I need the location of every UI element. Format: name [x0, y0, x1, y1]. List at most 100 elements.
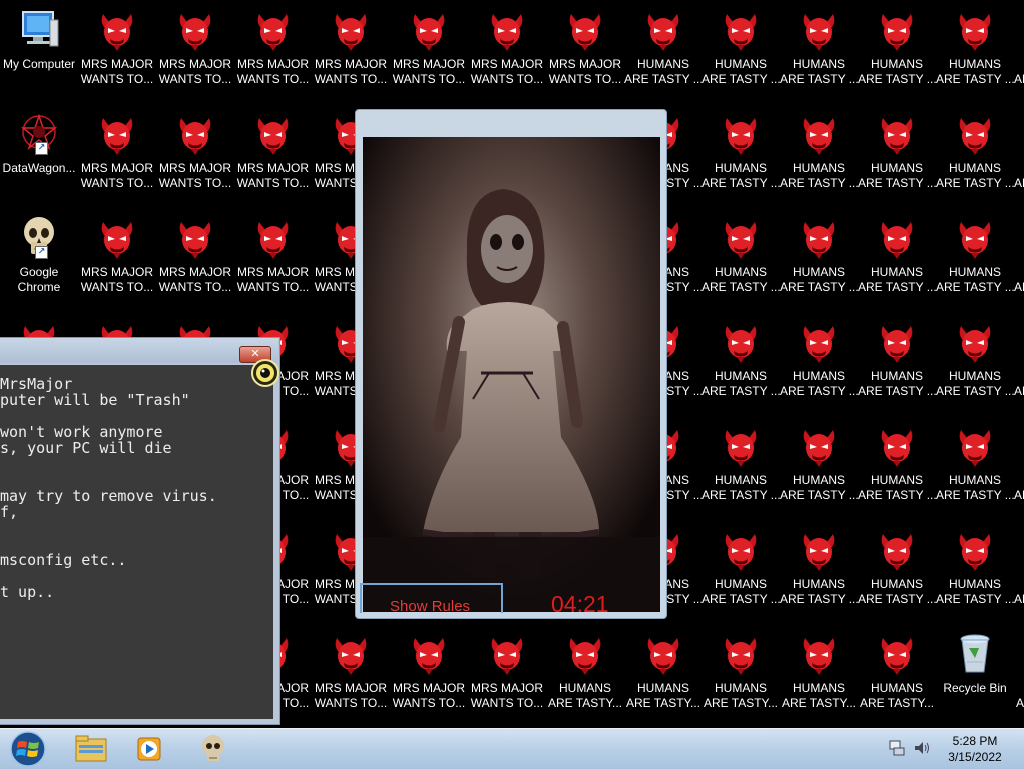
- desktop-icon-label: HUMANS ARE TASTY ...: [1014, 280, 1024, 294]
- desktop-file-icon[interactable]: MRS MAJOR WANTS TO...: [312, 624, 390, 728]
- desktop-file-icon[interactable]: MRS MAJOR WANTS TO...: [156, 0, 234, 104]
- desktop-file-icon[interactable]: MRS MAJOR WANTS TO...: [78, 208, 156, 312]
- desktop-file-icon[interactable]: HUMANS ARE TASTY...: [702, 624, 780, 728]
- desktop-file-icon[interactable]: HUMANS ARE TASTY...: [546, 624, 624, 728]
- desktop-file-icon[interactable]: HUMANS ARE TASTY ...: [1014, 312, 1024, 416]
- desktop-icon-datawagon[interactable]: ↗ DataWagon...: [0, 104, 78, 208]
- desktop-icon-label: HUMANS ARE TASTY ...: [1014, 176, 1024, 190]
- desktop-file-icon[interactable]: HUMANS ARE TASTY ...: [858, 208, 936, 312]
- desktop-file-icon[interactable]: HUMANS ARE TASTY ...: [1014, 104, 1024, 208]
- desktop-file-icon[interactable]: HUMANS ARE TASTY ...: [936, 520, 1014, 624]
- desktop-file-icon[interactable]: HUMANS ARE TASTY ...: [858, 312, 936, 416]
- desktop-file-icon[interactable]: MRS MAJOR WANTS TO...: [234, 104, 312, 208]
- desktop-file-icon[interactable]: HUMANS ARE TASTY ...: [780, 208, 858, 312]
- file-icon-image: [955, 8, 995, 52]
- clock-date: 3/15/2022: [948, 750, 1002, 764]
- explorer-folder-icon[interactable]: [66, 731, 116, 767]
- desktop-file-icon[interactable]: HUMANS ARE TASTY ...: [936, 208, 1014, 312]
- desktop-file-icon[interactable]: MRS MAJOR WANTS TO...: [468, 0, 546, 104]
- windows-start-icon[interactable]: [4, 730, 52, 768]
- desktop-file-icon[interactable]: HUMANS ARE TASTY...: [858, 624, 936, 728]
- desktop-file-icon[interactable]: HUMANS ARE TASTY ...: [1014, 208, 1024, 312]
- video-window[interactable]: Show Rules 04:21: [355, 109, 667, 619]
- file-icon-image: [799, 632, 839, 676]
- desktop-file-icon[interactable]: MRS MAJOR WANTS TO...: [156, 104, 234, 208]
- desktop-icon-label: HUMANS ARE TASTY ...: [936, 369, 1014, 398]
- shortcut-arrow-icon: ↗: [35, 246, 48, 259]
- desktop-file-icon[interactable]: HUMANS ARE TASTY...: [1014, 624, 1024, 728]
- terminal-window[interactable]: ✕ MrsMajor puter will be "Trash" won't wor…: [0, 337, 280, 725]
- desktop-file-icon[interactable]: HUMANS ARE TASTY ...: [936, 312, 1014, 416]
- desktop-file-icon[interactable]: MRS MAJOR WANTS TO...: [156, 208, 234, 312]
- desktop-icon-label: HUMANS ARE TASTY ...: [858, 57, 936, 86]
- desktop-file-icon[interactable]: HUMANS ARE TASTY ...: [936, 416, 1014, 520]
- clock[interactable]: 5:28 PM 3/15/2022: [935, 733, 1015, 765]
- desktop-file-icon[interactable]: HUMANS ARE TASTY ...: [858, 104, 936, 208]
- desktop-file-icon[interactable]: HUMANS ARE TASTY ...: [780, 104, 858, 208]
- desktop-file-icon[interactable]: MRS MAJOR WANTS TO...: [312, 0, 390, 104]
- desktop-file-icon[interactable]: MRS MAJOR WANTS TO...: [546, 0, 624, 104]
- desktop-file-icon[interactable]: HUMANS ARE TASTY ...: [702, 416, 780, 520]
- file-icon-image: [175, 8, 215, 52]
- network-icon[interactable]: [888, 739, 906, 757]
- icon-my-computer-image: [19, 8, 59, 52]
- shortcut-arrow-icon: ↗: [35, 142, 48, 155]
- desktop-icon-label: HUMANS ARE TASTY ...: [858, 369, 936, 398]
- desktop-icon-label: MRS MAJOR WANTS TO...: [158, 161, 232, 190]
- desktop-icon-google-chrome[interactable]: ↗ Google Chrome: [0, 208, 78, 312]
- desktop-icon-label: HUMANS ARE TASTY ...: [780, 57, 858, 86]
- desktop-icon-label: HUMANS ARE TASTY ...: [858, 161, 936, 190]
- desktop-file-icon[interactable]: HUMANS ARE TASTY ...: [1014, 0, 1024, 104]
- desktop-file-icon[interactable]: MRS MAJOR WANTS TO...: [390, 0, 468, 104]
- desktop-icon-my-computer[interactable]: My Computer: [0, 0, 78, 104]
- desktop-file-icon[interactable]: MRS MAJOR WANTS TO...: [390, 624, 468, 728]
- desktop-file-icon[interactable]: HUMANS ARE TASTY ...: [858, 520, 936, 624]
- desktop-file-icon[interactable]: HUMANS ARE TASTY ...: [702, 0, 780, 104]
- desktop-icon-label: HUMANS ARE TASTY ...: [702, 265, 780, 294]
- terminal-line: may try to remove virus.: [0, 487, 217, 505]
- file-icon-image: [721, 8, 761, 52]
- desktop-file-icon[interactable]: HUMANS ARE TASTY...: [624, 624, 702, 728]
- desktop-file-icon[interactable]: HUMANS ARE TASTY ...: [780, 416, 858, 520]
- desktop-file-icon[interactable]: HUMANS ARE TASTY ...: [780, 520, 858, 624]
- desktop-icon-recycle-bin[interactable]: Recycle Bin: [936, 624, 1014, 728]
- desktop-file-icon[interactable]: HUMANS ARE TASTY ...: [858, 416, 936, 520]
- desktop-file-icon[interactable]: HUMANS ARE TASTY ...: [624, 0, 702, 104]
- desktop-icon-label: MRS MAJOR WANTS TO...: [236, 265, 310, 294]
- countdown-timer: 04:21: [551, 591, 609, 614]
- desktop-icon-label: HUMANS ARE TASTY ...: [858, 577, 936, 606]
- desktop-file-icon[interactable]: HUMANS ARE TASTY ...: [702, 520, 780, 624]
- desktop-file-icon[interactable]: MRS MAJOR WANTS TO...: [78, 0, 156, 104]
- desktop-file-icon[interactable]: HUMANS ARE TASTY ...: [1014, 416, 1024, 520]
- desktop-file-icon[interactable]: HUMANS ARE TASTY ...: [780, 312, 858, 416]
- file-icon-image: [643, 8, 683, 52]
- file-icon-image: [799, 320, 839, 364]
- desktop-icon-label: MRS MAJOR WANTS TO...: [392, 57, 466, 86]
- desktop-file-icon[interactable]: HUMANS ARE TASTY ...: [936, 0, 1014, 104]
- file-icon-image: [409, 8, 449, 52]
- desktop-icon-label: HUMANS ARE TASTY ...: [1014, 72, 1024, 86]
- icon-recycle-bin-image: [955, 632, 995, 676]
- desktop-file-icon[interactable]: HUMANS ARE TASTY ...: [936, 104, 1014, 208]
- file-icon-image: [955, 424, 995, 468]
- desktop-file-icon[interactable]: HUMANS ARE TASTY...: [780, 624, 858, 728]
- desktop-file-icon[interactable]: HUMANS ARE TASTY ...: [702, 104, 780, 208]
- desktop-file-icon[interactable]: HUMANS ARE TASTY ...: [780, 0, 858, 104]
- desktop-icon-label: DataWagon...: [2, 161, 76, 175]
- desktop-file-icon[interactable]: HUMANS ARE TASTY ...: [702, 208, 780, 312]
- desktop-icon-label: HUMANS ARE TASTY ...: [936, 265, 1014, 294]
- media-player-icon[interactable]: [124, 731, 174, 767]
- desktop-file-icon[interactable]: MRS MAJOR WANTS TO...: [234, 0, 312, 104]
- desktop-file-icon[interactable]: MRS MAJOR WANTS TO...: [78, 104, 156, 208]
- desktop-file-icon[interactable]: HUMANS ARE TASTY ...: [858, 0, 936, 104]
- file-icon-image: [721, 528, 761, 572]
- desktop-icon-label: HUMANS ARE TASTY ...: [936, 57, 1014, 86]
- desktop-file-icon[interactable]: MRS MAJOR WANTS TO...: [234, 208, 312, 312]
- skull-icon[interactable]: [188, 731, 238, 767]
- desktop-file-icon[interactable]: HUMANS ARE TASTY ...: [702, 312, 780, 416]
- terminal-titlebar[interactable]: [0, 338, 278, 363]
- volume-icon[interactable]: [913, 739, 931, 757]
- desktop-file-icon[interactable]: MRS MAJOR WANTS TO...: [468, 624, 546, 728]
- desktop-file-icon[interactable]: HUMANS ARE TASTY ...: [1014, 520, 1024, 624]
- show-rules-button[interactable]: Show Rules: [360, 583, 503, 615]
